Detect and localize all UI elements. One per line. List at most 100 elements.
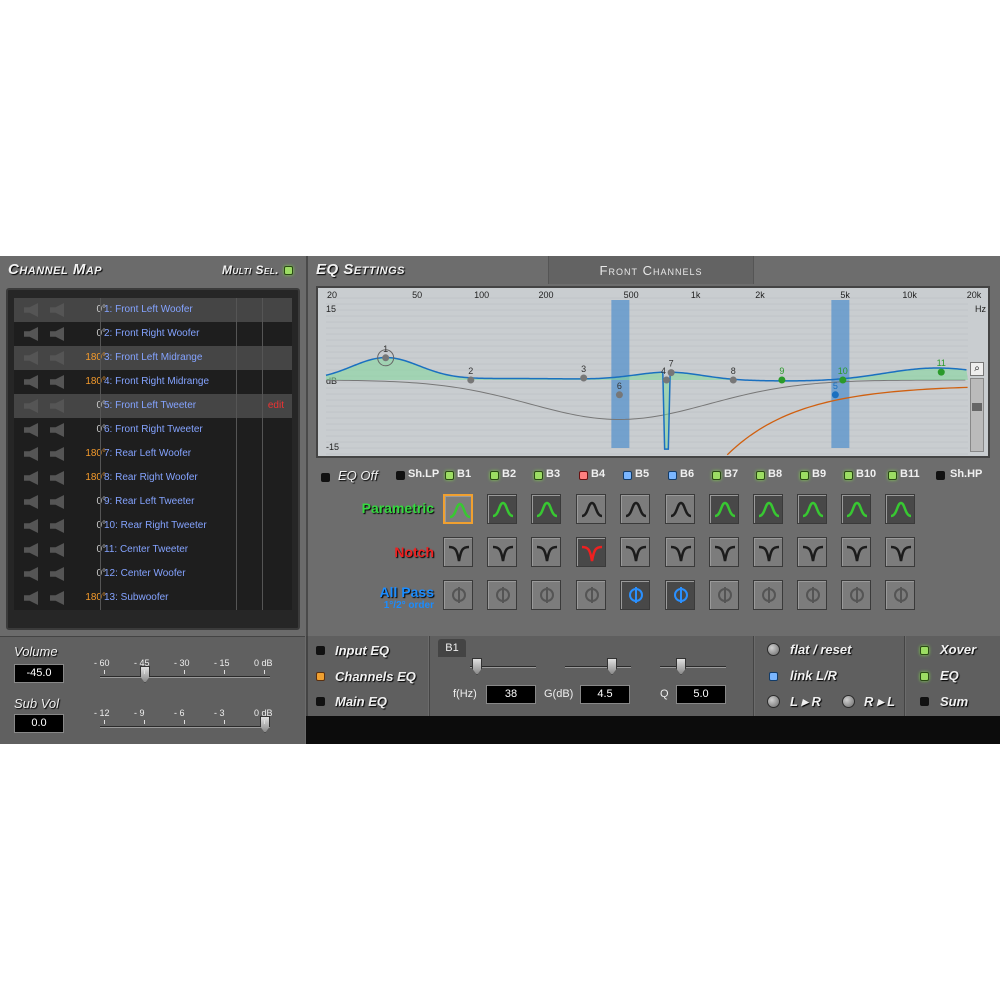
speaker-icon[interactable]	[50, 303, 64, 317]
parametric-filter-button[interactable]	[665, 494, 695, 524]
channel-row[interactable]: 180° 8: Rear Right Woofer	[14, 466, 292, 490]
eq-output-led[interactable]	[920, 672, 929, 681]
channel-name[interactable]: 9: Rear Left Tweeter	[104, 496, 194, 507]
link-lr-label[interactable]: link L/R	[790, 668, 837, 683]
band-toggle-led[interactable]	[756, 471, 765, 480]
speaker-icon[interactable]	[50, 423, 64, 437]
speaker-icon[interactable]	[50, 399, 64, 413]
channel-row[interactable]: 0° 10: Rear Right Tweeter	[14, 514, 292, 538]
q-value[interactable]: 5.0	[676, 685, 726, 704]
input-eq-led[interactable]	[316, 646, 325, 655]
channel-phase[interactable]: 180°	[74, 592, 106, 603]
channel-group-tab[interactable]: Front Channels	[548, 256, 754, 284]
band-label[interactable]: B1	[457, 468, 471, 480]
eq-band-point[interactable]	[831, 391, 839, 399]
speaker-icon[interactable]	[50, 447, 64, 461]
mute-speaker-icon[interactable]	[24, 495, 38, 509]
channel-name[interactable]: 4: Front Right Midrange	[104, 376, 209, 387]
channel-name[interactable]: 11: Center Tweeter	[104, 544, 188, 555]
parametric-filter-button[interactable]	[531, 494, 561, 524]
band-toggle-led[interactable]	[534, 471, 543, 480]
eq-band-point[interactable]	[580, 374, 588, 382]
link-lr-led[interactable]	[769, 672, 778, 681]
main-eq-led[interactable]	[316, 697, 325, 706]
channel-name[interactable]: 8: Rear Right Woofer	[104, 472, 198, 483]
parametric-filter-button[interactable]	[620, 494, 650, 524]
channel-phase[interactable]: 0°	[74, 568, 106, 579]
mute-speaker-icon[interactable]	[24, 447, 38, 461]
channel-phase[interactable]: 0°	[74, 400, 106, 411]
mute-speaker-icon[interactable]	[24, 375, 38, 389]
input-eq-label[interactable]: Input EQ	[335, 643, 389, 658]
eq-off-led[interactable]	[321, 473, 330, 482]
channel-phase[interactable]: 180°	[74, 352, 106, 363]
channel-phase[interactable]: 180°	[74, 448, 106, 459]
channel-phase[interactable]: 180°	[74, 376, 106, 387]
eq-band-point[interactable]	[839, 376, 847, 384]
band-label[interactable]: B4	[591, 468, 605, 480]
graph-scrollbar[interactable]	[970, 378, 984, 452]
shhp-label[interactable]: Sh.HP	[950, 468, 982, 480]
channel-row[interactable]: 0° 6: Front Right Tweeter	[14, 418, 292, 442]
flat-reset-label[interactable]: flat / reset	[790, 642, 851, 657]
channel-row[interactable]: 0° 12: Center Woofer	[14, 562, 292, 586]
parametric-filter-button[interactable]	[753, 494, 783, 524]
band-toggle-led[interactable]	[668, 471, 677, 480]
channels-eq-label[interactable]: Channels EQ	[335, 669, 416, 684]
notch-filter-button[interactable]	[620, 537, 650, 567]
parametric-filter-button[interactable]	[797, 494, 827, 524]
mute-speaker-icon[interactable]	[24, 351, 38, 365]
channel-row[interactable]: 0° 2: Front Right Woofer	[14, 322, 292, 346]
mute-speaker-icon[interactable]	[24, 591, 38, 605]
channel-row[interactable]: 0° 9: Rear Left Tweeter	[14, 490, 292, 514]
channel-phase[interactable]: 0°	[74, 424, 106, 435]
speaker-icon[interactable]	[50, 519, 64, 533]
channel-name[interactable]: 7: Rear Left Woofer	[104, 448, 191, 459]
edit-link[interactable]: edit	[268, 400, 284, 411]
speaker-icon[interactable]	[50, 375, 64, 389]
channel-name[interactable]: 2: Front Right Woofer	[104, 328, 199, 339]
channel-phase[interactable]: 0°	[74, 304, 106, 315]
band-label[interactable]: B9	[812, 468, 826, 480]
band-label[interactable]: B10	[856, 468, 876, 480]
allpass-filter-button[interactable]	[885, 580, 915, 610]
channel-name[interactable]: 6: Front Right Tweeter	[104, 424, 203, 435]
subvol-track[interactable]	[100, 726, 270, 728]
parametric-filter-button[interactable]	[841, 494, 871, 524]
speaker-icon[interactable]	[50, 591, 64, 605]
notch-filter-button[interactable]	[797, 537, 827, 567]
channel-name[interactable]: 13: Subwoofer	[104, 592, 169, 603]
notch-filter-button[interactable]	[531, 537, 561, 567]
xover-led[interactable]	[920, 646, 929, 655]
eq-graph[interactable]: 20 50 100 200 500 1k 2k 5k 10k 20k Hz 15 dB -15 1 2 3 4 5 6…	[316, 286, 990, 458]
channel-phase[interactable]: 0°	[74, 328, 106, 339]
channel-row[interactable]: 180° 3: Front Left Midrange	[14, 346, 292, 370]
band-edit-tab[interactable]: B1	[438, 639, 466, 657]
r-to-l-radio[interactable]	[842, 695, 855, 708]
shhp-led[interactable]	[936, 471, 945, 480]
allpass-filter-button[interactable]	[576, 580, 606, 610]
shlp-led[interactable]	[396, 471, 405, 480]
multi-sel-toggle[interactable]	[284, 266, 293, 275]
notch-filter-button[interactable]	[709, 537, 739, 567]
channel-row[interactable]: 0° 5: Front Left Tweeter edit	[14, 394, 292, 418]
mute-speaker-icon[interactable]	[24, 399, 38, 413]
notch-filter-button[interactable]	[885, 537, 915, 567]
speaker-icon[interactable]	[50, 495, 64, 509]
eq-curve[interactable]: 20 50 100 200 500 1k 2k 5k 10k 20kHz15dB-1512 3 456…	[318, 288, 988, 456]
notch-filter-button[interactable]	[443, 537, 473, 567]
sum-led[interactable]	[920, 697, 929, 706]
band-toggle-led[interactable]	[490, 471, 499, 480]
band-label[interactable]: B8	[768, 468, 782, 480]
allpass-filter-button[interactable]	[665, 580, 695, 610]
eq-band-point[interactable]	[778, 376, 786, 384]
notch-filter-button[interactable]	[665, 537, 695, 567]
channel-name[interactable]: 3: Front Left Midrange	[104, 352, 202, 363]
sum-label[interactable]: Sum	[940, 694, 968, 709]
eq-band-point[interactable]	[662, 376, 670, 384]
channel-name[interactable]: 12: Center Woofer	[104, 568, 186, 579]
notch-filter-button[interactable]	[841, 537, 871, 567]
band-toggle-led[interactable]	[800, 471, 809, 480]
speaker-icon[interactable]	[50, 327, 64, 341]
speaker-icon[interactable]	[50, 567, 64, 581]
